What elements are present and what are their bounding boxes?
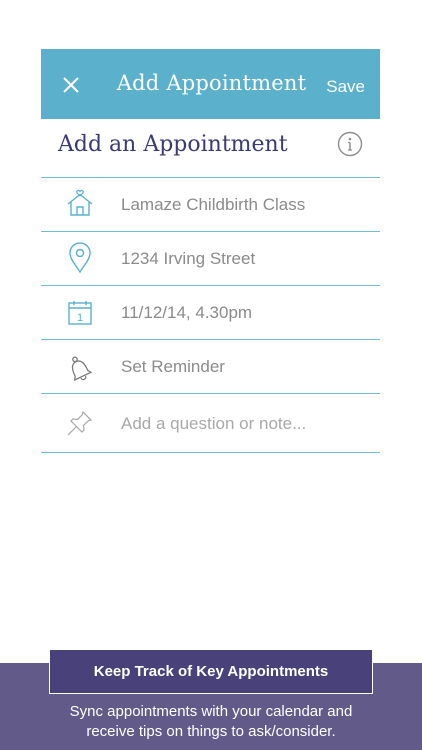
note-input[interactable]: Add a question or note... bbox=[121, 414, 306, 434]
event-name-value: Lamaze Childbirth Class bbox=[121, 195, 306, 214]
promo-line-1: Sync appointments with your calendar and bbox=[69, 703, 353, 720]
location-value: 1234 Irving Street bbox=[121, 249, 256, 268]
promo-title: Keep Track of Key Appointments bbox=[49, 649, 373, 694]
promo-description: Sync appointments with your calendar and… bbox=[0, 702, 422, 742]
page-title: Add an Appointment bbox=[58, 132, 288, 157]
house-heart-icon bbox=[66, 189, 94, 219]
reminder-row[interactable]: Set Reminder bbox=[41, 340, 380, 394]
bell-icon bbox=[66, 353, 94, 382]
location-row[interactable]: 1234 Irving Street bbox=[41, 232, 380, 286]
appointment-screen: Add Appointment Save Add an Appointment … bbox=[41, 49, 380, 649]
date-value: 11/12/14, 4.30pm bbox=[121, 303, 253, 322]
note-row[interactable]: Add a question or note... bbox=[41, 394, 380, 453]
date-row[interactable]: 1 11/12/14, 4.30pm bbox=[41, 286, 380, 340]
calendar-day: 1 bbox=[77, 312, 83, 324]
location-pin-icon bbox=[66, 242, 94, 274]
reminder-label: Set Reminder bbox=[121, 357, 225, 376]
save-button[interactable]: Save bbox=[326, 77, 365, 97]
calendar-icon: 1 bbox=[66, 299, 94, 327]
nav-bar: Add Appointment Save bbox=[41, 49, 380, 119]
heading-row: Add an Appointment bbox=[41, 119, 380, 178]
promo-line-2: receive tips on things to ask/consider. bbox=[86, 723, 336, 740]
info-icon[interactable] bbox=[337, 131, 363, 157]
pushpin-icon bbox=[66, 409, 94, 437]
event-name-row[interactable]: Lamaze Childbirth Class bbox=[41, 178, 380, 232]
